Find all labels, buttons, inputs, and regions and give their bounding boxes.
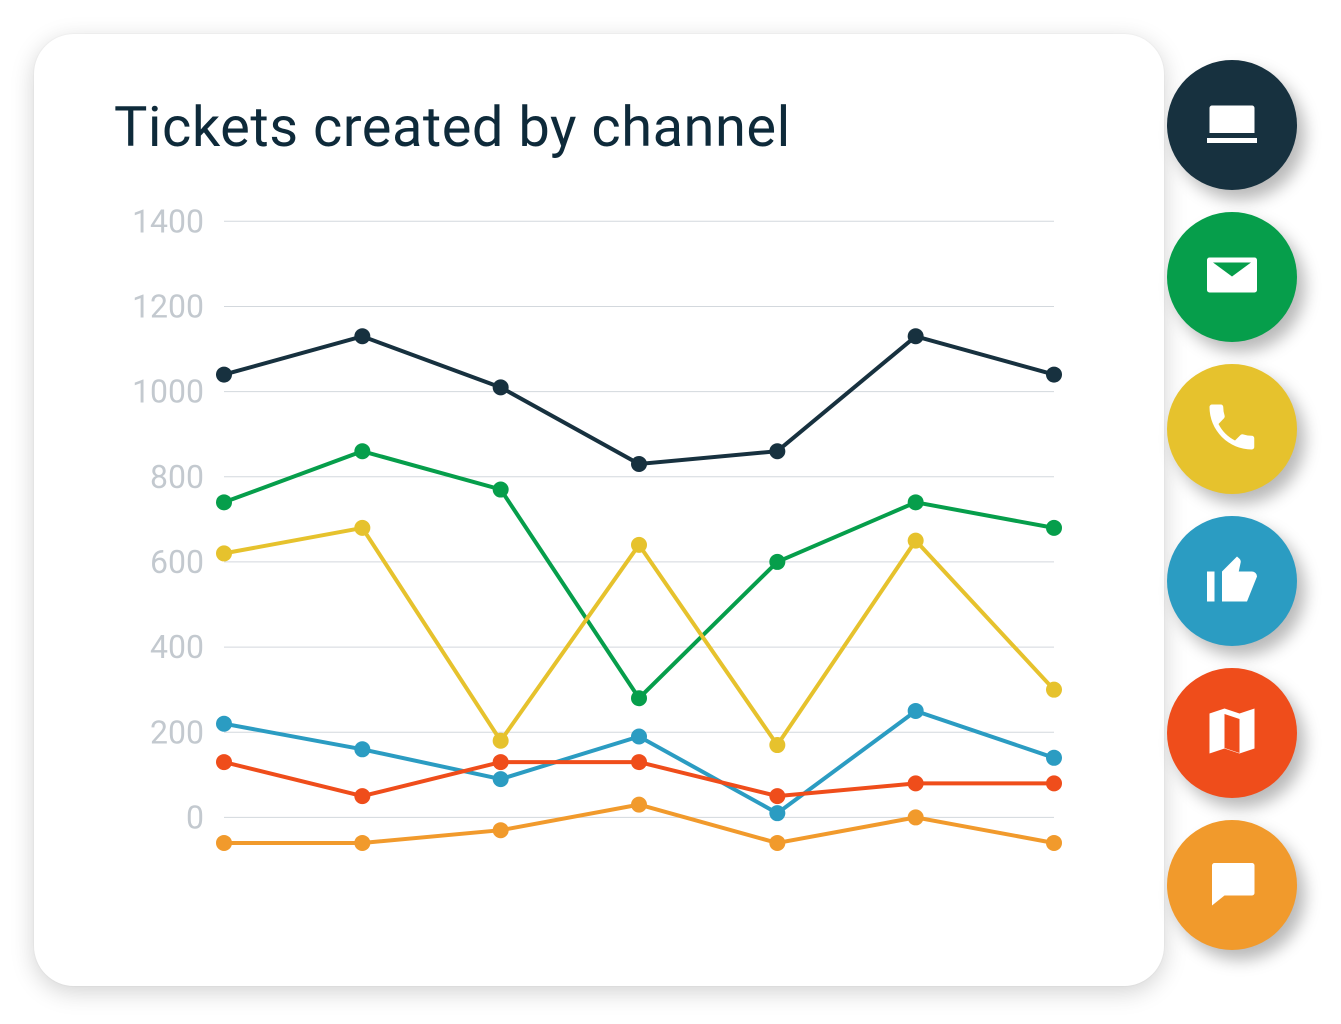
map-icon (1202, 701, 1262, 765)
y-tick-label: 1200 (132, 287, 204, 325)
y-tick-label: 800 (150, 458, 204, 496)
legend-badge-email[interactable] (1167, 212, 1297, 342)
y-tick-label: 1000 (132, 373, 204, 411)
legend-badge-web[interactable] (1167, 60, 1297, 190)
chart-plot: 0 200 400 600 800 1000 1200 1400 (114, 190, 1074, 890)
chart-title: Tickets created by channel (114, 94, 1094, 160)
phone-icon (1202, 397, 1262, 461)
chart-svg: 0 200 400 600 800 1000 1200 1400 (114, 190, 1074, 890)
thumbs-up-icon (1202, 549, 1262, 613)
series-web (216, 328, 1062, 472)
y-tick-label: 1400 (132, 202, 204, 240)
comment-icon (1202, 853, 1262, 917)
y-tick-label: 200 (150, 713, 204, 751)
series-chat (216, 797, 1062, 851)
series-email (216, 443, 1062, 706)
chart-card: Tickets created by channel 0 200 400 600 800… (34, 34, 1164, 986)
legend-badge-phone[interactable] (1167, 364, 1297, 494)
y-tick-label: 0 (186, 798, 204, 836)
legend-badge-chat[interactable] (1167, 820, 1297, 950)
legend-badge-map[interactable] (1167, 668, 1297, 798)
legend-badge-social[interactable] (1167, 516, 1297, 646)
envelope-icon (1202, 245, 1262, 309)
y-tick-label: 400 (150, 628, 204, 666)
laptop-icon (1202, 93, 1262, 157)
series-map (216, 754, 1062, 804)
y-tick-label: 600 (150, 543, 204, 581)
legend-column (1157, 60, 1307, 950)
